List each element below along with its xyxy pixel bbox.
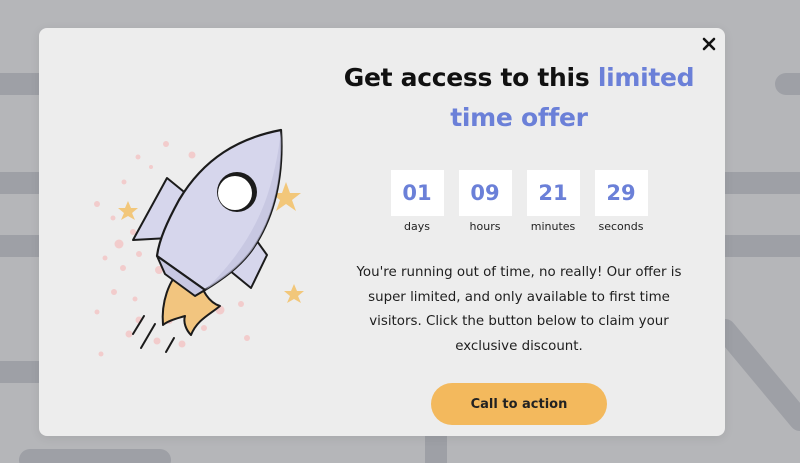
offer-content: Get access to this limited time offer 01… (339, 58, 699, 425)
offer-description: You're running out of time, no really! O… (356, 265, 682, 354)
countdown-label: seconds (598, 220, 644, 233)
countdown-label: hours (469, 220, 501, 233)
headline-text: Get access to this (343, 63, 598, 92)
call-to-action-button[interactable]: Call to action (431, 383, 607, 425)
headline: Get access to this limited time offer (339, 58, 699, 138)
close-icon (702, 37, 716, 51)
countdown-timer: 01 days 09 hours 21 minutes 29 seconds (339, 170, 699, 233)
countdown-value: 29 (594, 170, 648, 216)
countdown-minutes: 21 minutes (526, 170, 580, 233)
countdown-seconds: 29 seconds (594, 170, 648, 233)
countdown-label: days (404, 220, 430, 233)
countdown-value: 09 (458, 170, 512, 216)
countdown-value: 21 (526, 170, 580, 216)
countdown-label: minutes (530, 220, 576, 233)
close-button[interactable] (699, 34, 719, 54)
countdown-days: 01 days (390, 170, 444, 233)
rocket-illustration (94, 128, 304, 357)
countdown-value: 01 (390, 170, 444, 216)
offer-modal: Get access to this limited time offer 01… (39, 28, 725, 436)
countdown-hours: 09 hours (458, 170, 512, 233)
